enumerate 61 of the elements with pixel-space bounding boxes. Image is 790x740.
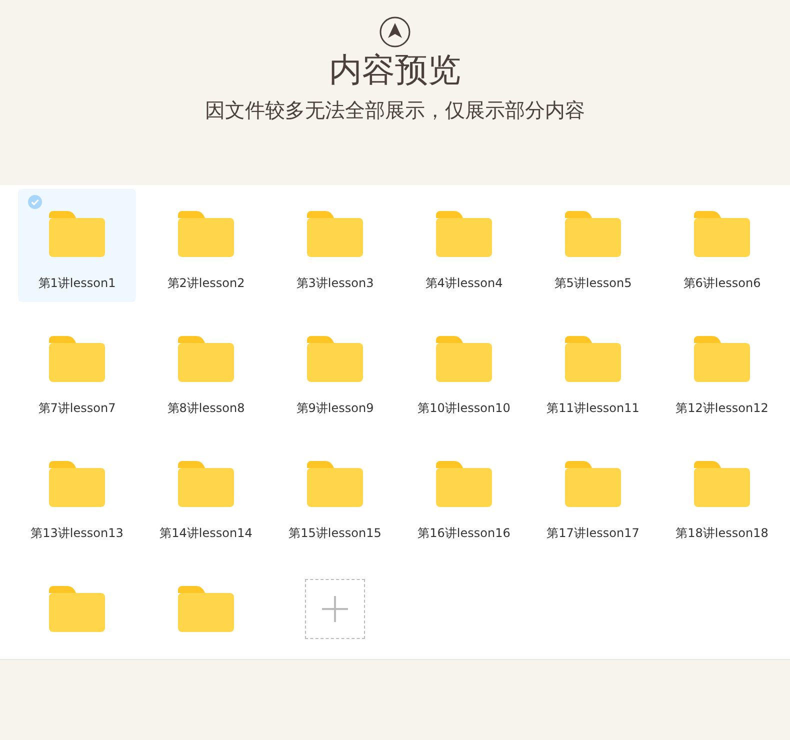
folder-icon — [49, 461, 105, 507]
folder-label: 第3讲lesson3 — [296, 275, 374, 292]
folder-item[interactable]: 第8讲lesson8 — [147, 314, 265, 427]
folder-label: 第18讲lesson18 — [676, 525, 768, 542]
folder-item[interactable]: 第13讲lesson13 — [18, 439, 136, 552]
folder-item[interactable]: 第10讲lesson10 — [405, 314, 523, 427]
page-subtitle: 因文件较多无法全部展示，仅展示部分内容 — [205, 97, 585, 124]
folder-item[interactable]: 第2讲lesson2 — [147, 189, 265, 302]
folder-label: 第9讲lesson9 — [296, 400, 374, 417]
plus-icon — [322, 596, 348, 622]
folder-icon — [178, 336, 234, 382]
folder-item[interactable]: 第14讲lesson14 — [147, 439, 265, 552]
folder-icon — [436, 461, 492, 507]
upload-button[interactable] — [305, 579, 365, 639]
folder-item[interactable]: 第1讲lesson1 — [18, 189, 136, 302]
folder-icon — [436, 336, 492, 382]
folder-item[interactable]: 第6讲lesson6 — [663, 189, 781, 302]
folder-item[interactable]: 第18讲lesson18 — [663, 439, 781, 552]
folder-icon — [49, 586, 105, 632]
folder-item[interactable]: 第7讲lesson7 — [18, 314, 136, 427]
check-icon — [28, 195, 42, 209]
folder-item[interactable]: 第11讲lesson11 — [534, 314, 652, 427]
folder-label: 第6讲lesson6 — [683, 275, 761, 292]
folder-label: 第11讲lesson11 — [546, 400, 640, 417]
folder-item[interactable]: 第4讲lesson4 — [405, 189, 523, 302]
page-title: 内容预览 — [329, 50, 461, 90]
folder-icon — [565, 211, 621, 257]
folder-label: 第10讲lesson10 — [418, 400, 510, 417]
folder-icon — [565, 461, 621, 507]
folder-icon — [436, 211, 492, 257]
folder-icon — [178, 586, 234, 632]
folder-item[interactable]: 第16讲lesson16 — [405, 439, 523, 552]
folder-item[interactable]: 第17讲lesson17 — [534, 439, 652, 552]
folder-label: 第7讲lesson7 — [38, 400, 116, 417]
folder-icon — [307, 461, 363, 507]
folder-label: 第5讲lesson5 — [554, 275, 632, 292]
folder-label: 第12讲lesson12 — [676, 400, 768, 417]
folder-label: 第2讲lesson2 — [167, 275, 245, 292]
folder-item[interactable]: 第5讲lesson5 — [534, 189, 652, 302]
folder-icon — [178, 211, 234, 257]
folder-item[interactable]: 第15讲lesson15 — [276, 439, 394, 552]
folder-icon — [178, 461, 234, 507]
folder-icon — [49, 336, 105, 382]
folder-label: 第1讲lesson1 — [38, 275, 116, 292]
folder-icon — [307, 336, 363, 382]
folder-item[interactable]: 第12讲lesson12 — [663, 314, 781, 427]
folder-label: 第16讲lesson16 — [418, 525, 510, 542]
folder-label: 第13讲lesson13 — [30, 525, 124, 542]
folder-icon — [694, 211, 750, 257]
folder-item[interactable]: 第3讲lesson3 — [276, 189, 394, 302]
folder-icon — [49, 211, 105, 257]
folder-label: 第14讲lesson14 — [160, 525, 252, 542]
folder-item[interactable]: 第9讲lesson9 — [276, 314, 394, 427]
folder-label: 第8讲lesson8 — [167, 400, 245, 417]
folder-icon — [565, 336, 621, 382]
folder-icon — [307, 211, 363, 257]
folder-label: 第17讲lesson17 — [546, 525, 640, 542]
folder-label: 第15讲lesson15 — [288, 525, 382, 542]
folder-icon — [694, 461, 750, 507]
folder-label: 第4讲lesson4 — [425, 275, 503, 292]
folder-icon — [694, 336, 750, 382]
